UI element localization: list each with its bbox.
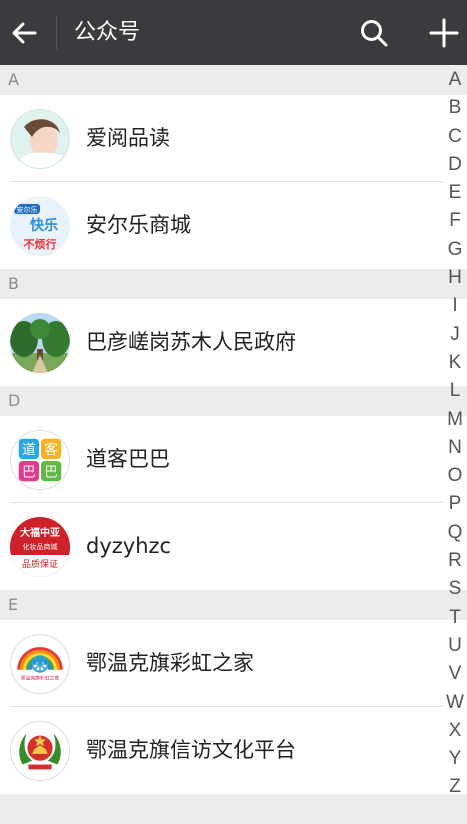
header-divider: [56, 16, 57, 50]
index-letter[interactable]: Y: [443, 745, 467, 773]
index-letter[interactable]: W: [443, 689, 467, 717]
section-header-d: D: [0, 386, 467, 416]
anerle-top-text: 安尔乐: [17, 205, 38, 214]
index-letter[interactable]: M: [443, 406, 467, 434]
account-name: 巴彦嵯岗苏木人民政府: [86, 330, 296, 354]
section-header-e: E: [0, 590, 467, 620]
index-letter[interactable]: I: [443, 292, 467, 320]
account-name: 鄂温克旗信访文化平台: [86, 738, 296, 762]
index-letter[interactable]: G: [443, 236, 467, 264]
plus-icon[interactable]: [428, 17, 460, 49]
index-letter[interactable]: B: [443, 94, 467, 122]
index-letter[interactable]: U: [443, 632, 467, 660]
index-letter[interactable]: K: [443, 349, 467, 377]
section-header-b: B: [0, 269, 467, 299]
page-title: 公众号: [74, 20, 141, 45]
index-letter[interactable]: Q: [443, 519, 467, 547]
account-name: 安尔乐商城: [86, 213, 191, 237]
index-letter[interactable]: J: [443, 321, 467, 349]
account-name: 道客巴巴: [86, 447, 170, 471]
index-letter[interactable]: T: [443, 604, 467, 632]
dazhongya-logo-avatar: 大福中亚 化妆品商城 品质保证: [10, 517, 70, 577]
dazhongya-mid-text: 化妆品商城: [23, 542, 58, 551]
rainbow-caption-text: 鄂温克旗彩虹之家: [21, 674, 60, 681]
index-letter[interactable]: L: [443, 377, 467, 405]
index-letter[interactable]: S: [443, 575, 467, 603]
account-item-bayancuogang[interactable]: 巴彦嵯岗苏木人民政府: [0, 299, 467, 386]
daoke-char-3: 巴: [22, 464, 36, 480]
woman-photo-avatar: [10, 109, 70, 169]
daoke-char-1: 道: [22, 442, 36, 458]
index-letter[interactable]: E: [443, 179, 467, 207]
daoke-char-4: 巴: [44, 464, 58, 480]
index-letter[interactable]: C: [443, 123, 467, 151]
index-letter[interactable]: R: [443, 547, 467, 575]
account-item-dyzyhzc[interactable]: 大福中亚 化妆品商城 品质保证 dyzyhzc: [0, 503, 467, 590]
dazhongya-bottom-text: 品质保证: [22, 558, 58, 570]
dazhongya-top-text: 大福中亚: [20, 526, 60, 539]
top-bar: 公众号: [0, 0, 467, 65]
account-item-ewenkeqi-xinfang[interactable]: 鄂温克旗信访文化平台: [0, 707, 467, 794]
account-name: 鄂温克旗彩虹之家: [86, 651, 254, 675]
index-letter[interactable]: P: [443, 490, 467, 518]
section-header-a: A: [0, 65, 467, 95]
emblem-avatar: [10, 721, 70, 781]
account-item-aiyuepindu[interactable]: 爱阅品读: [0, 95, 467, 182]
account-item-ewenkeqi-caihong[interactable]: 鄂温克旗彩虹之家 鄂温克旗彩虹之家: [0, 620, 467, 707]
daoke-char-2: 客: [44, 441, 58, 458]
account-name: 爱阅品读: [86, 126, 170, 150]
section-header-next: [0, 794, 467, 824]
alphabet-index[interactable]: A B C D E F G H I J K L M N O P Q R S T …: [443, 66, 467, 802]
account-name: dyzyhzc: [86, 534, 172, 558]
rainbow-logo-avatar: 鄂温克旗彩虹之家: [10, 634, 70, 694]
index-letter[interactable]: V: [443, 660, 467, 688]
arrow-left-icon[interactable]: [10, 18, 38, 48]
anerle-logo-avatar: 安尔乐 快乐 不烦行: [10, 196, 70, 256]
index-letter[interactable]: H: [443, 264, 467, 292]
search-icon[interactable]: [359, 18, 389, 48]
anerle-bottom-text: 不烦行: [24, 237, 57, 251]
daoke-logo-avatar: 道 客 巴 巴: [10, 430, 70, 490]
index-letter[interactable]: A: [443, 66, 467, 94]
official-accounts-list: A 爱阅品读 安尔乐 快乐 不烦行 安尔乐商城 B 巴彦嵯岗苏木人民政府 D 道…: [0, 65, 467, 824]
index-letter[interactable]: D: [443, 151, 467, 179]
index-letter[interactable]: N: [443, 434, 467, 462]
index-letter[interactable]: X: [443, 717, 467, 745]
account-item-daokebaba[interactable]: 道 客 巴 巴 道客巴巴: [0, 416, 467, 503]
index-letter[interactable]: Z: [443, 773, 467, 801]
account-item-anerle[interactable]: 安尔乐 快乐 不烦行 安尔乐商城: [0, 182, 467, 269]
index-letter[interactable]: O: [443, 462, 467, 490]
anerle-mid-text: 快乐: [30, 217, 58, 234]
index-letter[interactable]: F: [443, 207, 467, 235]
trees-photo-avatar: [10, 313, 70, 373]
